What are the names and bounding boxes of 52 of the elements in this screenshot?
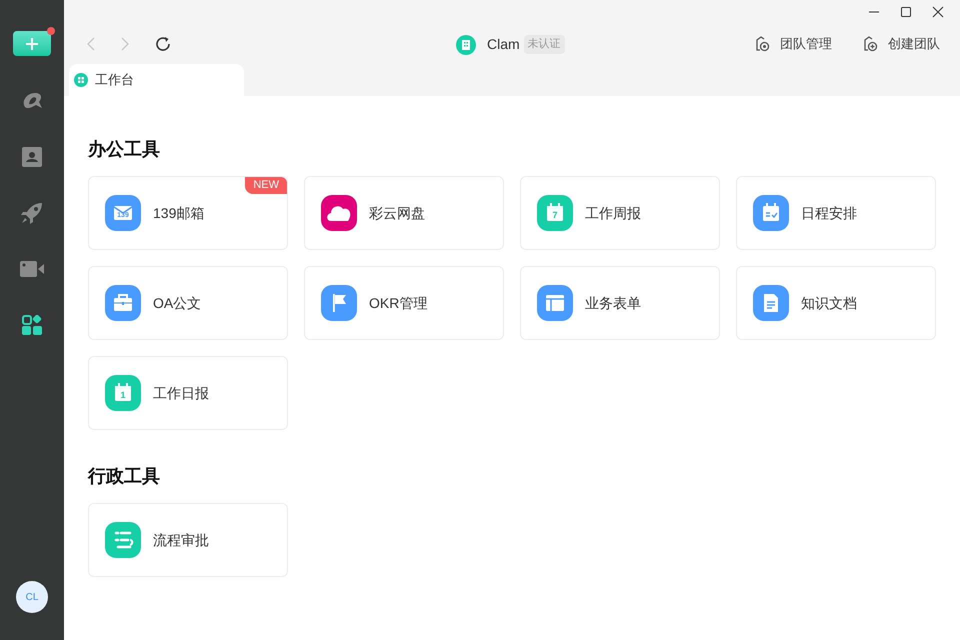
table-icon [537, 285, 573, 321]
app-tile[interactable]: 彩云网盘 [304, 176, 504, 250]
app-label: 工作日报 [153, 384, 209, 402]
maximize-icon[interactable] [900, 6, 912, 18]
new-badge: NEW [245, 177, 287, 194]
building-icon [456, 34, 476, 54]
flag-icon [321, 285, 357, 321]
flow-icon [105, 522, 141, 558]
app-label: 工作周报 [585, 204, 641, 222]
refresh-icon[interactable] [154, 35, 172, 53]
app-tile[interactable]: OKR管理 [304, 266, 504, 340]
app-tile[interactable]: OA公文 [88, 266, 288, 340]
close-icon[interactable] [932, 6, 944, 18]
app-label: OKR管理 [369, 294, 428, 312]
app-label: 流程审批 [153, 530, 209, 550]
schedule-icon [753, 195, 789, 231]
document-icon [753, 285, 789, 321]
briefcase-icon [105, 285, 141, 321]
workbench-tab[interactable]: 工作台 [69, 64, 244, 96]
video-camera-icon[interactable] [20, 261, 44, 277]
app-tile[interactable]: 1 工作日报 [88, 356, 288, 430]
create-team-button[interactable]: 创建团队 [862, 34, 940, 54]
apps-grid-icon [74, 73, 88, 87]
app-label: 知识文档 [801, 294, 857, 312]
icon-number: 1 [120, 391, 126, 400]
app-label: 139邮箱 [153, 204, 204, 222]
section-title: 办公工具 [88, 138, 161, 161]
team-name: Clam [487, 35, 520, 54]
team-settings-icon [754, 36, 770, 52]
app-tile[interactable]: 日程安排 [736, 176, 936, 250]
manage-team-button[interactable]: 团队管理 [754, 34, 832, 54]
app-label: 彩云网盘 [369, 204, 425, 222]
app-tile[interactable]: 7 工作周报 [520, 176, 720, 250]
app-label: OA公文 [153, 294, 202, 312]
app-tile[interactable]: 知识文档 [736, 266, 936, 340]
apps-grid-icon[interactable] [22, 315, 42, 335]
calendar-icon [105, 375, 141, 411]
app-tile[interactable]: 流程审批 [88, 503, 288, 577]
verification-tag: 未认证 [524, 35, 565, 54]
app-label: 业务表单 [585, 294, 641, 312]
app-tile[interactable]: 业务表单 [520, 266, 720, 340]
add-team-icon [862, 36, 878, 52]
swirl-logo-icon[interactable] [21, 91, 43, 111]
cloud-icon [321, 195, 357, 231]
plus-icon [26, 38, 38, 50]
icon-number: 7 [552, 211, 558, 220]
contact-card-icon[interactable] [22, 147, 42, 167]
calendar-icon [537, 195, 573, 231]
mail-icon [105, 195, 141, 231]
app-label: 日程安排 [801, 204, 857, 222]
section-title: 行政工具 [88, 465, 161, 488]
rocket-icon[interactable] [21, 202, 43, 224]
